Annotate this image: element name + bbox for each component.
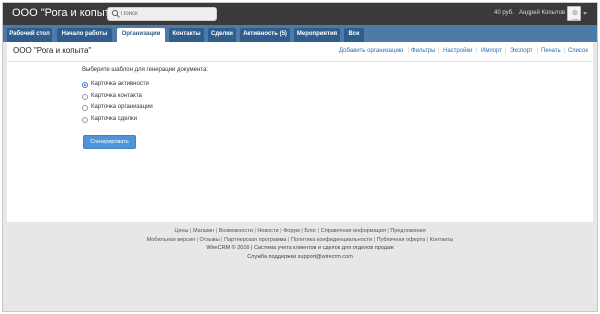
- footer: Цены | Магазин | Возможности | Новости |…: [3, 227, 597, 261]
- option-label[interactable]: Карточка организации: [91, 104, 153, 110]
- tab-getting-started[interactable]: Начало работы: [57, 28, 112, 42]
- page-header: ООО "Рога и копыта" Добавить организацию…: [7, 42, 593, 62]
- search-box[interactable]: [107, 7, 217, 21]
- list-link[interactable]: Список: [568, 48, 588, 54]
- footer-link-prices[interactable]: Цены: [174, 228, 188, 234]
- option-label[interactable]: Карточка сделки: [91, 116, 137, 122]
- radio-button-checked[interactable]: [82, 82, 88, 88]
- action-separator: |: [476, 48, 478, 54]
- app-window: ООО "Рога и копыта" 40 руб. Андрей Копыт…: [2, 2, 598, 312]
- radio-button[interactable]: [82, 117, 88, 123]
- tab-contacts[interactable]: Контакты: [169, 28, 204, 42]
- import-link[interactable]: Импорт: [481, 48, 502, 54]
- footer-link-forum[interactable]: Форум: [283, 228, 300, 234]
- footer-link-shop[interactable]: Магазин: [193, 228, 214, 234]
- page-title: ООО "Рога и копыта": [13, 46, 92, 55]
- footer-support: Служба поддержки support@wirecrm.com: [247, 253, 353, 260]
- footer-link-offer[interactable]: Публичная оферта: [377, 237, 426, 243]
- tab-all[interactable]: Все: [344, 28, 364, 42]
- search-input[interactable]: [121, 8, 215, 20]
- footer-link-features[interactable]: Возможности: [219, 228, 253, 234]
- tab-events[interactable]: Мероприятия: [294, 28, 340, 42]
- template-prompt: Выберите шаблон для генерации документа:: [82, 67, 208, 73]
- action-separator: |: [408, 48, 410, 54]
- footer-link-suggestions[interactable]: Предложения: [390, 228, 425, 234]
- company-name[interactable]: ООО "Рога и копыта": [12, 7, 120, 19]
- tab-organizations[interactable]: Организации: [117, 28, 165, 42]
- user-silhouette-icon: [570, 9, 580, 20]
- search-icon: [111, 9, 120, 18]
- footer-link-partners[interactable]: Партнерская программа: [224, 237, 286, 243]
- main-navigation: Рабочий стол Начало работы Организации К…: [3, 25, 597, 42]
- top-bar: ООО "Рога и копыта" 40 руб. Андрей Копыт…: [3, 3, 597, 25]
- action-separator: |: [438, 48, 440, 54]
- footer-link-privacy[interactable]: Политика конфиденциальности: [291, 237, 372, 243]
- option-label[interactable]: Карточка контакта: [91, 93, 142, 99]
- footer-link-mobile[interactable]: Мобильная версия: [147, 237, 195, 243]
- footer-link-contacts[interactable]: Контакты: [430, 237, 454, 243]
- footer-link-help[interactable]: Справочная информация: [321, 228, 386, 234]
- footer-link-reviews[interactable]: Отзывы: [200, 237, 220, 243]
- avatar[interactable]: [567, 6, 581, 21]
- footer-copyright: WireCRM © 2016 | Система учета клиентов …: [206, 245, 394, 251]
- footer-link-blog[interactable]: Блог: [304, 228, 316, 234]
- footer-links-primary: Цены | Магазин | Возможности | Новости |…: [174, 228, 426, 234]
- action-separator: |: [564, 48, 566, 54]
- footer-link-news[interactable]: Новости: [257, 228, 278, 234]
- action-separator: |: [537, 48, 539, 54]
- option-label[interactable]: Карточка активности: [91, 81, 149, 87]
- tab-deals[interactable]: Сделки: [208, 28, 236, 42]
- account-balance: 40 руб.: [494, 10, 514, 16]
- action-separator: |: [505, 48, 507, 54]
- add-organization-link[interactable]: Добавить организацию: [339, 48, 403, 54]
- user-name[interactable]: Андрей Копытов: [519, 10, 565, 16]
- content-panel: ООО "Рога и копыта" Добавить организацию…: [7, 42, 593, 222]
- radio-button[interactable]: [82, 105, 88, 111]
- tab-dashboard[interactable]: Рабочий стол: [7, 28, 52, 42]
- generate-button[interactable]: Сгенерировать: [83, 135, 136, 149]
- chevron-down-icon[interactable]: [583, 12, 587, 15]
- filters-link[interactable]: Фильтры: [411, 48, 435, 54]
- radio-button[interactable]: [82, 94, 88, 100]
- tab-activity[interactable]: Активность (5): [240, 28, 290, 42]
- print-link[interactable]: Печать: [541, 48, 561, 54]
- settings-link[interactable]: Настройки: [443, 48, 472, 54]
- export-link[interactable]: Экспорт: [510, 48, 533, 54]
- footer-links-secondary: Мобильная версия | Отзывы | Партнерская …: [146, 236, 454, 243]
